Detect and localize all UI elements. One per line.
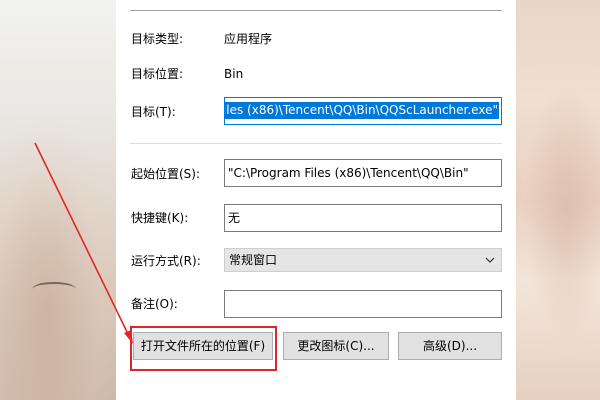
run-select-value: 常规窗口	[229, 253, 278, 267]
comment-field[interactable]	[224, 290, 502, 318]
target-label: 目标(T):	[131, 105, 176, 119]
target-location-label: 目标位置:	[131, 67, 184, 81]
shortcut-key-value: 无	[228, 211, 241, 225]
advanced-button[interactable]: 高级(D)...	[398, 332, 502, 360]
start-in-field[interactable]: "C:\Program Files (x86)\Tencent\QQ\Bin"	[224, 159, 502, 187]
run-label: 运行方式(R):	[131, 254, 201, 268]
change-icon-button[interactable]: 更改图标(C)...	[283, 332, 389, 360]
comment-label: 备注(O):	[131, 297, 178, 311]
target-type-value: 应用程序	[224, 32, 273, 46]
background-photo-shade-left	[0, 120, 116, 400]
run-select[interactable]: 常规窗口	[224, 248, 502, 272]
target-location-value: Bin	[224, 67, 244, 81]
target-type-label: 目标类型:	[131, 32, 184, 46]
background-photo-shade-right	[516, 60, 600, 360]
start-in-label: 起始位置(S):	[131, 167, 201, 181]
shortcut-key-label: 快捷键(K):	[131, 211, 189, 225]
middle-divider	[130, 143, 502, 144]
target-field[interactable]: Files (x86)\Tencent\QQ\Bin\QQScLauncher.…	[224, 97, 502, 125]
top-divider	[130, 10, 502, 11]
chevron-down-icon	[485, 257, 495, 263]
background-photo-eye	[32, 282, 76, 296]
target-field-selected-text: Files (x86)\Tencent\QQ\Bin\QQScLauncher.…	[225, 102, 499, 119]
start-in-value: "C:\Program Files (x86)\Tencent\QQ\Bin"	[228, 166, 469, 180]
shortcut-key-field[interactable]: 无	[224, 204, 502, 232]
annotation-highlight-box	[130, 326, 277, 371]
